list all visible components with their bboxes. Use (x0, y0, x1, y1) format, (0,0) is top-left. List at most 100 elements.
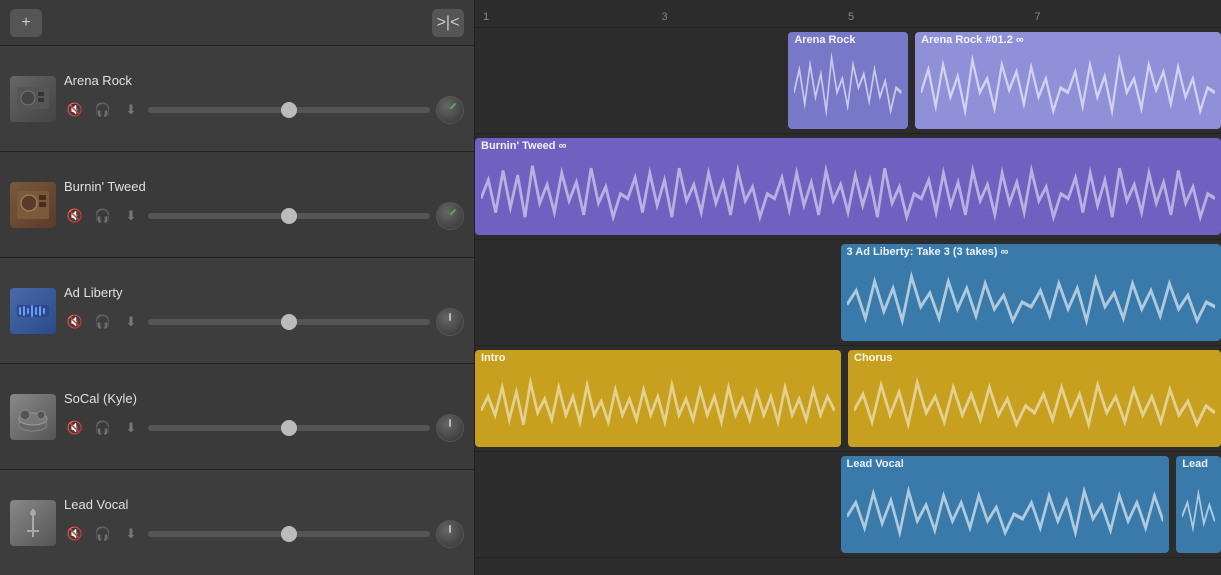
volume-control (148, 417, 430, 439)
pan-knob[interactable] (436, 520, 464, 548)
track-controls: 🔇 🎧 ⬇ (64, 520, 464, 548)
track-name: Arena Rock (64, 73, 464, 88)
timeline-ruler: 1 3 5 7 (475, 0, 1221, 28)
volume-slider[interactable] (148, 213, 430, 219)
clip-label: Lead (1182, 458, 1215, 470)
clip-label: Arena Rock #01.2 ∞ (921, 34, 1215, 46)
timeline-track-row: Intro Chorus (475, 346, 1221, 452)
clip-label: Burnin' Tweed ∞ (481, 140, 1215, 152)
track-info: SoCal (Kyle) 🔇 🎧 ⬇ (64, 391, 464, 442)
track-thumbnail (10, 76, 56, 122)
track-row: SoCal (Kyle) 🔇 🎧 ⬇ (0, 364, 474, 470)
clip-label: Intro (481, 352, 835, 364)
track-controls: 🔇 🎧 ⬇ (64, 202, 464, 230)
volume-control (148, 523, 430, 545)
tracks-list: Arena Rock 🔇 🎧 ⬇ (0, 46, 474, 575)
add-track-button[interactable]: + (10, 9, 42, 37)
solo-button[interactable]: 🎧 (92, 311, 114, 333)
volume-slider[interactable] (148, 531, 430, 537)
track-thumbnail (10, 288, 56, 334)
audio-track-icon (13, 291, 53, 331)
clip[interactable]: Arena Rock (788, 32, 907, 129)
timeline-track-row: Burnin' Tweed ∞ (475, 134, 1221, 240)
mute-button[interactable]: 🔇 (64, 523, 86, 545)
mute-button[interactable]: 🔇 (64, 417, 86, 439)
track-list-panel: + >|< Arena Rock 🔇 🎧 ⬇ (0, 0, 475, 575)
track-thumbnail (10, 182, 56, 228)
timeline-panel: 1 3 5 7 Arena Rock Arena Rock #01.2 ∞ (475, 0, 1221, 575)
track-info: Ad Liberty 🔇 🎧 ⬇ (64, 285, 464, 336)
track-controls: 🔇 🎧 ⬇ (64, 414, 464, 442)
track-row: Ad Liberty 🔇 🎧 ⬇ (0, 258, 474, 364)
timeline-track-row: Arena Rock Arena Rock #01.2 ∞ (475, 28, 1221, 134)
mute-button[interactable]: 🔇 (64, 205, 86, 227)
solo-button[interactable]: 🎧 (92, 417, 114, 439)
mute-button[interactable]: 🔇 (64, 311, 86, 333)
record-enable-button[interactable]: ⬇ (120, 205, 142, 227)
record-enable-button[interactable]: ⬇ (120, 99, 142, 121)
timeline-track-row: 3 Ad Liberty: Take 3 (3 takes) ∞ (475, 240, 1221, 346)
track-row: Arena Rock 🔇 🎧 ⬇ (0, 46, 474, 152)
track-thumbnail (10, 394, 56, 440)
track-row: Burnin' Tweed 🔇 🎧 ⬇ (0, 152, 474, 258)
timeline-tracks: Arena Rock Arena Rock #01.2 ∞ Burnin' Tw… (475, 28, 1221, 575)
volume-slider[interactable] (148, 319, 430, 325)
volume-slider[interactable] (148, 107, 430, 113)
waveform (794, 46, 901, 129)
ruler-mark-1: 1 (483, 11, 489, 23)
track-name: Lead Vocal (64, 497, 464, 512)
record-enable-button[interactable]: ⬇ (120, 311, 142, 333)
track-controls: 🔇 🎧 ⬇ (64, 96, 464, 124)
track-controls: 🔇 🎧 ⬇ (64, 308, 464, 336)
volume-slider[interactable] (148, 425, 430, 431)
track-name: Burnin' Tweed (64, 179, 464, 194)
clip[interactable]: Lead Vocal (841, 456, 1169, 553)
waveform (481, 364, 835, 447)
ruler-mark-7: 7 (1035, 11, 1041, 23)
volume-control (148, 311, 430, 333)
track-name: SoCal (Kyle) (64, 391, 464, 406)
pan-knob[interactable] (436, 308, 464, 336)
track-thumbnail (10, 500, 56, 546)
drums-icon (13, 397, 53, 437)
waveform (481, 152, 1215, 235)
mute-button[interactable]: 🔇 (64, 99, 86, 121)
toolbar: + >|< (0, 0, 474, 46)
timeline-track-row: Lead Vocal Lead (475, 452, 1221, 558)
clip-label: Arena Rock (794, 34, 901, 46)
pan-knob[interactable] (436, 96, 464, 124)
waveform (921, 46, 1215, 129)
track-info: Arena Rock 🔇 🎧 ⬇ (64, 73, 464, 124)
clip[interactable]: Arena Rock #01.2 ∞ (915, 32, 1221, 129)
waveform (847, 258, 1215, 341)
smart-controls-button[interactable]: >|< (432, 9, 464, 37)
amp-icon (13, 79, 53, 119)
solo-button[interactable]: 🎧 (92, 523, 114, 545)
microphone-icon (13, 503, 53, 543)
ruler-mark-5: 5 (848, 11, 854, 23)
track-info: Burnin' Tweed 🔇 🎧 ⬇ (64, 179, 464, 230)
volume-control (148, 205, 430, 227)
clip-label: Lead Vocal (847, 458, 1163, 470)
record-enable-button[interactable]: ⬇ (120, 523, 142, 545)
clip[interactable]: Chorus (848, 350, 1221, 447)
waveform (1182, 470, 1215, 553)
clip[interactable]: 3 Ad Liberty: Take 3 (3 takes) ∞ (841, 244, 1221, 341)
clip[interactable]: Intro (475, 350, 841, 447)
track-info: Lead Vocal 🔇 🎧 ⬇ (64, 497, 464, 548)
track-row: Lead Vocal 🔇 🎧 ⬇ (0, 470, 474, 575)
clip-label: 3 Ad Liberty: Take 3 (3 takes) ∞ (847, 246, 1215, 258)
clip[interactable]: Lead (1176, 456, 1221, 553)
solo-button[interactable]: 🎧 (92, 205, 114, 227)
ruler-mark-3: 3 (662, 11, 668, 23)
clip[interactable]: Burnin' Tweed ∞ (475, 138, 1221, 235)
track-name: Ad Liberty (64, 285, 464, 300)
tweed-amp-icon (13, 185, 53, 225)
record-enable-button[interactable]: ⬇ (120, 417, 142, 439)
waveform (854, 364, 1215, 447)
waveform (847, 470, 1163, 553)
solo-button[interactable]: 🎧 (92, 99, 114, 121)
pan-knob[interactable] (436, 414, 464, 442)
volume-control (148, 99, 430, 121)
pan-knob[interactable] (436, 202, 464, 230)
